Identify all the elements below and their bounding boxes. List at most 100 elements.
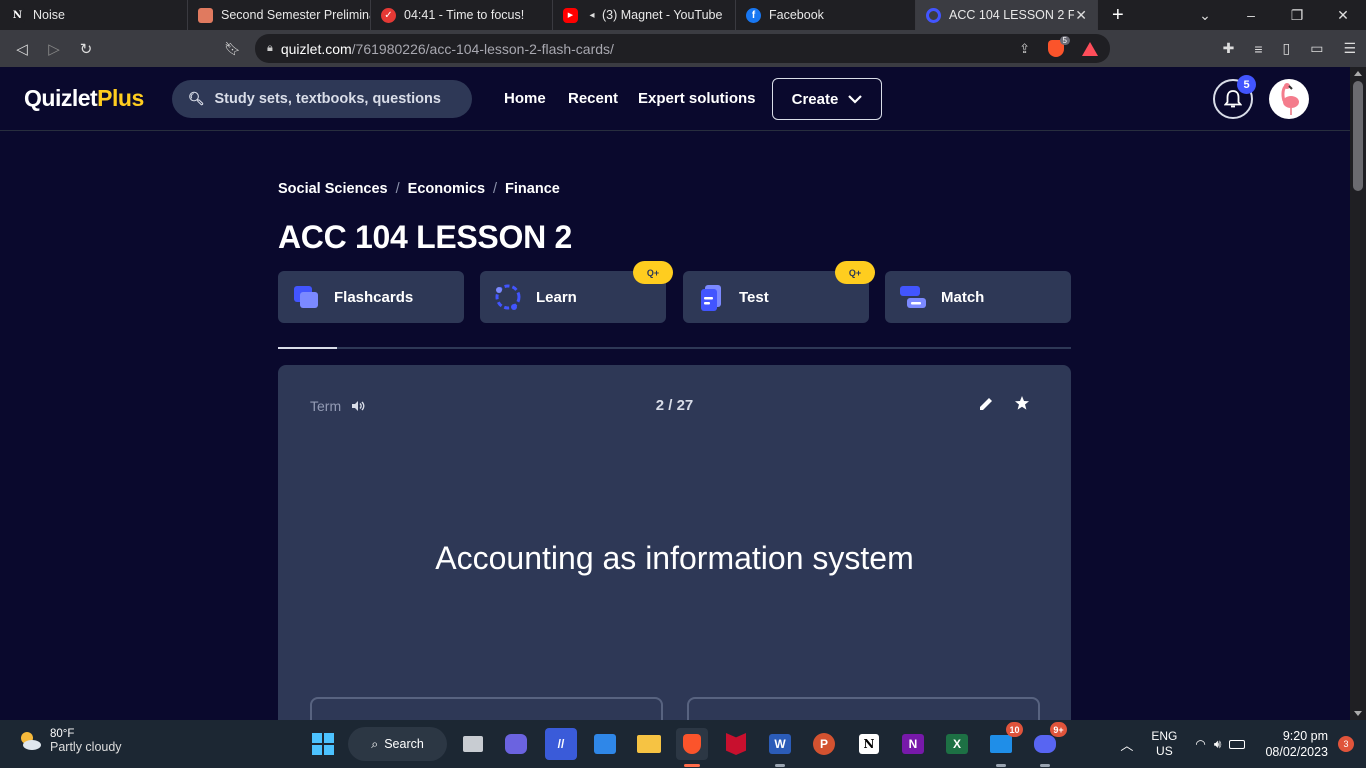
battery-icon[interactable] [1229,739,1246,749]
menu-icon[interactable]: ☰ [1343,40,1356,57]
mail-badge: 10 [1006,722,1023,737]
mode-flashcards[interactable]: Flashcards [278,271,464,323]
share-icon[interactable]: ⇪ [1019,41,1030,57]
notification-center-badge[interactable]: 3 [1338,736,1354,752]
site-header: QuizletPlus 🔍︎ Study sets, textbooks, qu… [0,67,1350,131]
taskbar-meet[interactable] [500,728,532,760]
clock[interactable]: 9:20 pm 08/02/2023 [1265,728,1328,760]
progress-fill [278,347,337,349]
scroll-down-icon[interactable] [1354,711,1362,716]
chevron-down-icon [848,94,863,104]
mode-learn[interactable]: Learn Q+ [480,261,673,323]
browser-tab-second-semester[interactable]: Second Semester Preliminar [188,0,371,30]
bookmark-icon[interactable]: 🔖︎ [224,41,241,57]
running-indicator [775,764,785,767]
reload-icon[interactable]: ↻ [70,40,102,58]
mode-test[interactable]: Test Q+ [683,261,875,323]
browser-tab-quizlet[interactable]: ACC 104 LESSON 2 Flas ✕ [916,0,1098,30]
mail-icon [990,735,1012,753]
browser-tab-facebook[interactable]: f Facebook [736,0,916,30]
breadcrumb-finance[interactable]: Finance [505,181,560,197]
browser-tab-focus-timer[interactable]: ✓ 04:41 - Time to focus! [371,0,553,30]
new-tab-button[interactable]: + [1112,4,1124,27]
study-modes: Flashcards Learn Q+ Test Q+ Match [278,261,1071,323]
breadcrumb-separator: / [395,181,400,197]
taskbar-mcafee[interactable] [720,728,752,760]
book-icon [198,7,213,23]
nav-home[interactable]: Home [504,90,546,107]
facebook-icon: f [746,7,761,23]
playlist-icon[interactable]: ≡ [1254,41,1262,57]
taskbar-file-explorer[interactable] [633,728,665,760]
address-bar-actions: ⇪ 5 [1019,36,1098,57]
video-call-icon [505,734,527,754]
wallet-icon[interactable]: ▭ [1310,40,1323,57]
discord-icon [1034,735,1056,753]
minimize-icon[interactable]: – [1228,7,1274,23]
taskbar-app-mail[interactable]: // [545,728,577,760]
close-tab-icon[interactable]: ✕ [1075,7,1087,24]
window-controls: ⌄ – ❐ ✕ [1182,0,1366,30]
close-window-icon[interactable]: ✕ [1320,7,1366,24]
quizlet-logo[interactable]: QuizletPlus [24,85,144,112]
search-icon: ⌕ [371,736,379,751]
tab-search-icon[interactable]: ⌄ [1182,7,1228,24]
taskbar-discord[interactable]: 9+ [1029,722,1067,767]
sidebar-icon[interactable]: ▯ [1282,40,1290,57]
search-input[interactable]: 🔍︎ Study sets, textbooks, questions [172,80,472,118]
taskbar-store[interactable] [589,728,621,760]
partly-cloudy-icon [21,732,41,750]
taskbar-powerpoint[interactable]: P [808,728,840,760]
youtube-icon: ▶ [563,7,578,23]
extensions-icon[interactable]: ✚ [1223,40,1235,57]
restore-icon[interactable]: ❐ [1274,7,1320,24]
discord-badge: 9+ [1050,722,1067,737]
create-button[interactable]: Create [772,78,882,120]
brave-rewards-icon[interactable] [1082,41,1098,56]
taskbar-excel[interactable]: X [941,728,973,760]
nav-recent[interactable]: Recent [568,90,618,107]
premium-badge: Q+ [633,261,673,284]
running-indicator [996,764,1006,767]
start-button[interactable] [307,728,339,760]
taskbar-word[interactable]: W [764,728,796,767]
wifi-icon[interactable]: ◠ [1195,737,1205,751]
browser-tab-noise[interactable]: N Noise [0,0,188,30]
taskbar-brave[interactable] [676,728,708,767]
language-indicator[interactable]: ENG US [1151,729,1177,759]
taskbar-mail[interactable]: 10 [985,722,1023,767]
breadcrumb-separator: / [493,181,498,197]
speaker-icon: ◂ [589,9,595,21]
match-icon [900,286,926,308]
task-view-icon [463,736,483,752]
browser-extensions: ✚ ≡ ▯ ▭ ☰ [1223,30,1356,67]
windows-icon [312,733,334,755]
nav-expert-solutions[interactable]: Expert solutions [638,90,756,107]
scroll-up-icon[interactable] [1354,71,1362,76]
brave-shields-icon[interactable]: 5 [1048,36,1070,57]
taskbar-search[interactable]: ⌕ Search [348,727,447,761]
task-view-button[interactable] [457,728,489,760]
page-scrollbar[interactable] [1350,67,1366,720]
volume-icon[interactable]: 🔊︎ [1214,737,1222,752]
star-icon[interactable] [1014,395,1030,411]
back-icon[interactable]: ◁ [6,40,38,58]
flashcards-icon [294,286,318,308]
breadcrumb-social-sciences[interactable]: Social Sciences [278,181,388,197]
browser-tab-youtube[interactable]: ▶ ◂ (3) Magnet - YouTube [553,0,736,30]
flashcard[interactable]: Term 2 / 27 Accounting as information sy… [278,365,1071,757]
scroll-thumb[interactable] [1353,81,1363,191]
forward-icon[interactable]: ▷ [38,40,70,58]
avatar[interactable] [1269,79,1309,119]
windows-taskbar: 80°F Partly cloudy ⌕ Search // W P N N X… [0,720,1366,768]
taskbar-onenote[interactable]: N [897,728,929,760]
weather-widget[interactable]: 80°F Partly cloudy [18,728,122,754]
flamingo-icon [1281,83,1299,115]
notion-icon: N [859,734,879,754]
taskbar-notion[interactable]: N [853,728,885,760]
breadcrumb-economics[interactable]: Economics [408,181,485,197]
chevron-up-icon[interactable]: ︿ [1120,735,1133,754]
mode-match[interactable]: Match [885,271,1071,323]
address-bar[interactable]: 🔒︎ quizlet.com/761980226/acc-104-lesson-… [255,34,1110,63]
edit-icon[interactable] [978,396,994,412]
